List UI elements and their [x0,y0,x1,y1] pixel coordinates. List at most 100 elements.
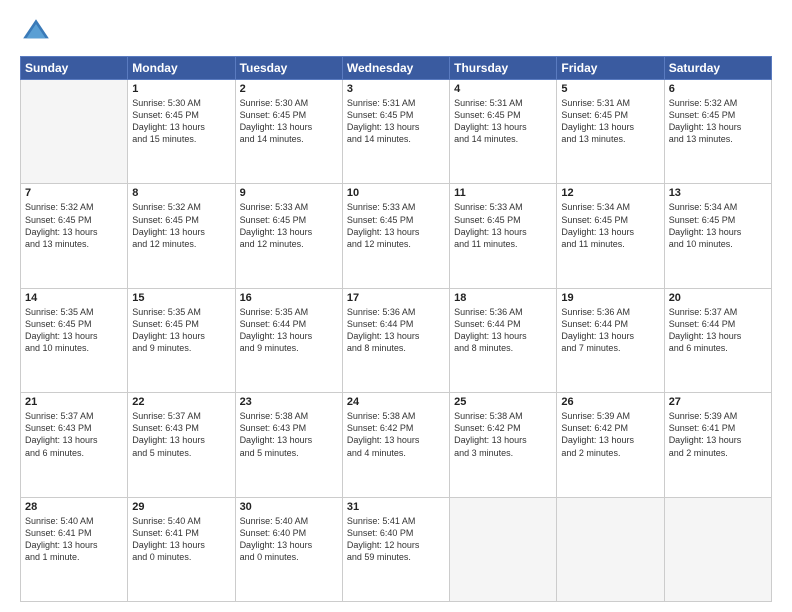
calendar-cell: 24 Sunrise: 5:38 AM Sunset: 6:42 PM Dayli… [342,393,449,497]
day-info: Sunrise: 5:36 AM Sunset: 6:44 PM Dayligh… [561,306,659,355]
day-number: 20 [669,292,767,304]
day-number: 2 [240,83,338,95]
day-info: Sunrise: 5:35 AM Sunset: 6:44 PM Dayligh… [240,306,338,355]
day-info: Sunrise: 5:32 AM Sunset: 6:45 PM Dayligh… [25,201,123,250]
calendar-week-row: 1 Sunrise: 5:30 AM Sunset: 6:45 PM Daylig… [21,80,772,184]
day-number: 21 [25,396,123,408]
day-info: Sunrise: 5:39 AM Sunset: 6:41 PM Dayligh… [669,410,767,459]
calendar-cell [450,497,557,601]
day-number: 3 [347,83,445,95]
calendar-cell: 12Sunrise: 5:34 AM Sunset: 6:45 PM Dayli… [557,184,664,288]
weekday-header: Monday [128,57,235,80]
day-info: Sunrise: 5:36 AM Sunset: 6:44 PM Dayligh… [347,306,445,355]
calendar-cell: 3 Sunrise: 5:31 AM Sunset: 6:45 PM Daylig… [342,80,449,184]
day-number: 22 [132,396,230,408]
day-number: 12 [561,187,659,199]
calendar-cell: 21 Sunrise: 5:37 AM Sunset: 6:43 PM Dayli… [21,393,128,497]
weekday-header: Wednesday [342,57,449,80]
day-info: Sunrise: 5:40 AM Sunset: 6:41 PM Dayligh… [132,515,230,564]
calendar-cell: 27Sunrise: 5:39 AM Sunset: 6:41 PM Dayli… [664,393,771,497]
day-info: Sunrise: 5:40 AM Sunset: 6:40 PM Dayligh… [240,515,338,564]
calendar-cell: 30 Sunrise: 5:40 AM Sunset: 6:40 PM Dayli… [235,497,342,601]
day-number: 28 [25,501,123,513]
day-number: 6 [669,83,767,95]
day-number: 18 [454,292,552,304]
day-info: Sunrise: 5:39 AM Sunset: 6:42 PM Dayligh… [561,410,659,459]
calendar-cell [557,497,664,601]
weekday-header: Tuesday [235,57,342,80]
calendar-cell: 16 Sunrise: 5:35 AM Sunset: 6:44 PM Dayli… [235,288,342,392]
day-number: 7 [25,187,123,199]
day-number: 10 [347,187,445,199]
day-info: Sunrise: 5:30 AM Sunset: 6:45 PM Dayligh… [240,97,338,146]
logo-icon [20,16,52,48]
day-number: 15 [132,292,230,304]
day-info: Sunrise: 5:38 AM Sunset: 6:42 PM Dayligh… [454,410,552,459]
calendar-cell: 11Sunrise: 5:33 AM Sunset: 6:45 PM Dayli… [450,184,557,288]
day-info: Sunrise: 5:35 AM Sunset: 6:45 PM Dayligh… [25,306,123,355]
day-info: Sunrise: 5:41 AM Sunset: 6:40 PM Dayligh… [347,515,445,564]
day-info: Sunrise: 5:35 AM Sunset: 6:45 PM Dayligh… [132,306,230,355]
logo [20,16,56,48]
day-info: Sunrise: 5:38 AM Sunset: 6:43 PM Dayligh… [240,410,338,459]
calendar-cell: 26 Sunrise: 5:39 AM Sunset: 6:42 PM Dayli… [557,393,664,497]
day-info: Sunrise: 5:33 AM Sunset: 6:45 PM Dayligh… [454,201,552,250]
day-info: Sunrise: 5:38 AM Sunset: 6:42 PM Dayligh… [347,410,445,459]
day-number: 30 [240,501,338,513]
day-number: 1 [132,83,230,95]
day-info: Sunrise: 5:31 AM Sunset: 6:45 PM Dayligh… [347,97,445,146]
day-info: Sunrise: 5:30 AM Sunset: 6:45 PM Dayligh… [132,97,230,146]
calendar-cell: 6 Sunrise: 5:32 AM Sunset: 6:45 PM Daylig… [664,80,771,184]
calendar-cell: 29 Sunrise: 5:40 AM Sunset: 6:41 PM Dayli… [128,497,235,601]
day-number: 4 [454,83,552,95]
day-number: 16 [240,292,338,304]
day-number: 9 [240,187,338,199]
day-number: 14 [25,292,123,304]
day-info: Sunrise: 5:36 AM Sunset: 6:44 PM Dayligh… [454,306,552,355]
calendar-week-row: 21 Sunrise: 5:37 AM Sunset: 6:43 PM Dayli… [21,393,772,497]
weekday-header: Friday [557,57,664,80]
weekday-header: Sunday [21,57,128,80]
calendar-cell: 9 Sunrise: 5:33 AM Sunset: 6:45 PM Daylig… [235,184,342,288]
calendar-week-row: 7 Sunrise: 5:32 AM Sunset: 6:45 PM Daylig… [21,184,772,288]
calendar-week-row: 14 Sunrise: 5:35 AM Sunset: 6:45 PM Dayli… [21,288,772,392]
calendar-cell: 15 Sunrise: 5:35 AM Sunset: 6:45 PM Dayli… [128,288,235,392]
calendar-cell: 25 Sunrise: 5:38 AM Sunset: 6:42 PM Dayli… [450,393,557,497]
calendar-cell [21,80,128,184]
calendar-cell: 1 Sunrise: 5:30 AM Sunset: 6:45 PM Daylig… [128,80,235,184]
calendar-cell: 17 Sunrise: 5:36 AM Sunset: 6:44 PM Dayli… [342,288,449,392]
calendar-cell: 19Sunrise: 5:36 AM Sunset: 6:44 PM Dayli… [557,288,664,392]
calendar-cell: 4 Sunrise: 5:31 AM Sunset: 6:45 PM Daylig… [450,80,557,184]
day-info: Sunrise: 5:33 AM Sunset: 6:45 PM Dayligh… [347,201,445,250]
day-info: Sunrise: 5:33 AM Sunset: 6:45 PM Dayligh… [240,201,338,250]
day-number: 13 [669,187,767,199]
day-number: 17 [347,292,445,304]
calendar-cell: 14 Sunrise: 5:35 AM Sunset: 6:45 PM Dayli… [21,288,128,392]
day-info: Sunrise: 5:32 AM Sunset: 6:45 PM Dayligh… [669,97,767,146]
day-number: 26 [561,396,659,408]
calendar-cell: 10 Sunrise: 5:33 AM Sunset: 6:45 PM Dayli… [342,184,449,288]
day-number: 23 [240,396,338,408]
header [20,16,772,48]
calendar-cell: 8Sunrise: 5:32 AM Sunset: 6:45 PM Daylig… [128,184,235,288]
day-info: Sunrise: 5:31 AM Sunset: 6:45 PM Dayligh… [561,97,659,146]
page: SundayMondayTuesdayWednesdayThursdayFrid… [0,0,792,612]
calendar-week-row: 28 Sunrise: 5:40 AM Sunset: 6:41 PM Dayli… [21,497,772,601]
day-number: 29 [132,501,230,513]
calendar-cell: 5Sunrise: 5:31 AM Sunset: 6:45 PM Daylig… [557,80,664,184]
day-info: Sunrise: 5:37 AM Sunset: 6:43 PM Dayligh… [132,410,230,459]
day-info: Sunrise: 5:31 AM Sunset: 6:45 PM Dayligh… [454,97,552,146]
calendar-cell: 18 Sunrise: 5:36 AM Sunset: 6:44 PM Dayli… [450,288,557,392]
calendar-cell: 22 Sunrise: 5:37 AM Sunset: 6:43 PM Dayli… [128,393,235,497]
calendar-cell: 23 Sunrise: 5:38 AM Sunset: 6:43 PM Dayli… [235,393,342,497]
calendar-table: SundayMondayTuesdayWednesdayThursdayFrid… [20,56,772,602]
day-number: 25 [454,396,552,408]
day-info: Sunrise: 5:37 AM Sunset: 6:43 PM Dayligh… [25,410,123,459]
day-number: 24 [347,396,445,408]
calendar-cell: 31 Sunrise: 5:41 AM Sunset: 6:40 PM Dayli… [342,497,449,601]
weekday-header: Thursday [450,57,557,80]
day-number: 31 [347,501,445,513]
day-info: Sunrise: 5:40 AM Sunset: 6:41 PM Dayligh… [25,515,123,564]
calendar-cell: 13Sunrise: 5:34 AM Sunset: 6:45 PM Dayli… [664,184,771,288]
weekday-header: Saturday [664,57,771,80]
